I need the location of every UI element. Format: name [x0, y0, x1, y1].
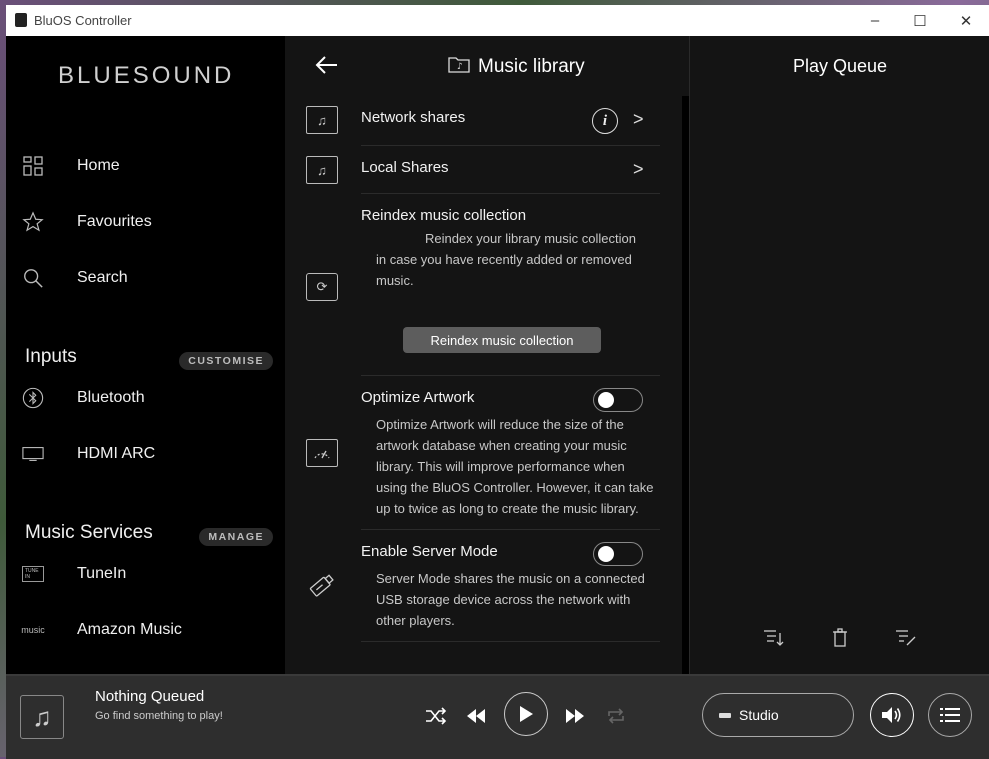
optimize-artwork-title: Optimize Artwork [361, 389, 475, 406]
sort-queue-icon[interactable] [762, 628, 786, 648]
info-icon[interactable]: i [592, 108, 618, 134]
reindex-title: Reindex music collection [361, 207, 527, 224]
page-title: ♪ Music library [448, 55, 585, 79]
reindex-description-line: music. [376, 273, 414, 288]
play-queue-panel: Play Queue [689, 36, 989, 674]
zone-name: Studio [739, 707, 779, 723]
chevron-right-icon[interactable]: > [633, 159, 644, 180]
close-button[interactable]: ✕ [943, 5, 989, 36]
sidebar-item-label: Favourites [77, 213, 152, 230]
local-shares-link[interactable]: Local Shares [361, 159, 449, 176]
scrollbar[interactable] [682, 96, 689, 674]
optimize-artwork-toggle[interactable] [593, 388, 643, 412]
sidebar-item-label: HDMI ARC [77, 445, 156, 462]
customise-button[interactable]: CUSTOMISE [179, 352, 273, 370]
server-description-line: USB storage device across the network wi… [376, 592, 631, 607]
server-mode-title: Enable Server Mode [361, 543, 498, 560]
divider [361, 145, 660, 146]
sidebar-item-label: Home [77, 157, 120, 174]
volume-button[interactable] [870, 693, 914, 737]
repeat-icon[interactable] [604, 702, 628, 730]
play-button[interactable] [504, 692, 548, 736]
tunein-logo-icon: TUNE IN [22, 563, 44, 585]
usb-drive-icon [305, 570, 337, 607]
zone-selector-button[interactable]: Studio [702, 693, 854, 737]
sidebar-item-label: Amazon Music [77, 621, 182, 638]
page-title-text: Music library [478, 56, 585, 77]
manage-button[interactable]: MANAGE [199, 528, 273, 546]
app-icon [15, 13, 27, 27]
sidebar-item-hdmi-arc[interactable]: HDMI ARC [6, 434, 285, 474]
grid-icon [22, 155, 44, 177]
server-mode-toggle[interactable] [593, 542, 643, 566]
bluetooth-icon [22, 387, 44, 409]
menu-button[interactable] [928, 693, 972, 737]
music-note-icon: ♫ [32, 701, 52, 732]
amazon-music-logo-icon: music [21, 619, 45, 641]
optimize-description-line: using the BluOS Controller. However, it … [376, 480, 654, 495]
player-bar: ♫ Nothing Queued Go find something to pl… [6, 674, 989, 759]
local-share-icon: ♫ [306, 156, 338, 184]
reindex-folder-icon: ⟳ [306, 273, 338, 301]
now-playing-title: Nothing Queued [95, 688, 205, 705]
reindex-button[interactable]: Reindex music collection [403, 327, 601, 353]
shuffle-icon[interactable] [424, 702, 448, 730]
optimize-description-line: up to twice as long to create the music … [376, 501, 639, 516]
sidebar-item-search[interactable]: Search [6, 258, 285, 298]
toggle-knob [598, 546, 614, 562]
music-library-panel: ♪ Music library ♫ Network shares i > ♫ L… [285, 36, 689, 674]
artwork-gauge-icon [306, 439, 338, 467]
album-art-placeholder[interactable]: ♫ [20, 695, 64, 739]
play-queue-title: Play Queue [792, 56, 888, 76]
reindex-description-line: in case you have recently added or remov… [376, 252, 632, 267]
sidebar-item-bluetooth[interactable]: Bluetooth [6, 378, 285, 418]
speaker-bar-icon [719, 712, 731, 718]
tunein-badge: TUNE IN [22, 566, 44, 582]
window-title: BluOS Controller [34, 13, 132, 28]
minimize-button[interactable]: – [852, 5, 898, 36]
trash-icon[interactable] [828, 628, 852, 648]
server-description-line: Server Mode shares the music on a connec… [376, 571, 645, 586]
svg-text:♪: ♪ [457, 62, 463, 72]
sidebar-item-home[interactable]: Home [6, 146, 285, 186]
chevron-right-icon[interactable]: > [633, 109, 644, 130]
previous-icon[interactable] [464, 702, 488, 730]
sidebar-item-label: Search [77, 269, 128, 286]
maximize-button[interactable]: ☐ [897, 5, 943, 36]
optimize-description-line: artwork database when creating your musi… [376, 438, 627, 453]
inputs-heading: Inputs [25, 346, 77, 367]
optimize-description-line: Optimize Artwork will reduce the size of… [376, 417, 624, 432]
music-folder-icon: ♪ [448, 55, 470, 79]
network-share-icon: ♫ [306, 106, 338, 134]
sidebar-item-favourites[interactable]: Favourites [6, 202, 285, 242]
back-arrow-icon[interactable] [315, 54, 339, 82]
divider [361, 641, 660, 642]
sidebar-item-amazon-music[interactable]: music Amazon Music [6, 610, 285, 650]
divider [361, 193, 660, 194]
optimize-description-line: library. This will improve performance w… [376, 459, 625, 474]
sidebar-item-tunein[interactable]: TUNE IN TuneIn [6, 554, 285, 594]
divider [361, 375, 660, 376]
toggle-knob [598, 392, 614, 408]
music-services-heading: Music Services [25, 522, 153, 543]
sidebar-item-label: Bluetooth [77, 389, 145, 406]
amazon-badge: music [21, 625, 45, 635]
now-playing-subtitle: Go find something to play! [95, 710, 223, 722]
server-description-line: other players. [376, 613, 455, 628]
sidebar: BLUESOUND Home Favourites Search Inputs … [6, 36, 285, 674]
search-icon [22, 267, 44, 289]
tv-icon [22, 443, 44, 465]
reindex-description-line: Reindex your library music collection [425, 231, 636, 246]
bluesound-logo: BLUESOUND [58, 62, 235, 89]
edit-queue-icon[interactable] [894, 628, 918, 648]
star-icon [22, 211, 44, 233]
network-shares-link[interactable]: Network shares [361, 109, 465, 126]
next-icon[interactable] [563, 702, 587, 730]
sidebar-item-label: TuneIn [77, 565, 127, 582]
divider [361, 529, 660, 530]
window-titlebar: BluOS Controller – ☐ ✕ [6, 5, 989, 36]
